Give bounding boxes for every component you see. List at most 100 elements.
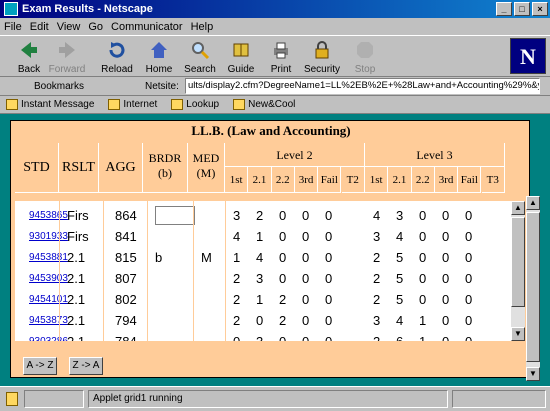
page-scroll-thumb[interactable]	[526, 212, 540, 362]
table-row[interactable]: 93032862.17840300026100	[15, 331, 511, 341]
level3-count-cell: 0	[465, 313, 473, 328]
search-icon	[192, 42, 210, 60]
menu-view[interactable]: View	[57, 21, 81, 33]
search-button[interactable]: Search	[181, 38, 219, 76]
scroll-down-button[interactable]: ▼	[511, 327, 525, 341]
home-button[interactable]: Home	[140, 38, 178, 76]
back-button[interactable]: Back	[10, 38, 48, 76]
student-id-link[interactable]: 9454101	[27, 289, 71, 310]
merit-cell	[201, 289, 225, 310]
menu-edit[interactable]: Edit	[30, 21, 49, 33]
scroll-thumb[interactable]	[511, 217, 525, 307]
table-row[interactable]: 9301933 Firs 841 4 1 0 0 0 3 4 0 0 0	[15, 226, 511, 247]
close-button[interactable]: ×	[532, 2, 548, 16]
print-button[interactable]: Print	[262, 38, 300, 76]
level3-count-cell: 0	[465, 250, 473, 265]
level2-count-cell: 1	[233, 250, 241, 265]
url-field[interactable]: ults/display2.cfm?DegreeName1=LL%2EB%2E+…	[185, 78, 540, 94]
home-icon	[151, 42, 167, 58]
merit-cell	[201, 310, 225, 331]
bookmark-icon	[6, 99, 18, 110]
guide-icon	[233, 43, 249, 57]
personal-toolbar: Instant Message Internet Lookup New&Cool	[0, 96, 550, 114]
table-row[interactable]: 9453873 2.1 794 2 0 2 0 0 3 4 1 0 0	[15, 310, 511, 331]
level3-col-header: 1st	[365, 167, 389, 193]
result-cell: Firs	[67, 208, 89, 223]
page-content: LL.B. (Law and Accounting) STD ID RSLT A…	[0, 114, 550, 386]
level2-count-cell: 2	[256, 208, 264, 223]
borderline-cell	[155, 268, 195, 289]
borderline-cell	[155, 289, 195, 310]
page-scrollbar[interactable]: ▲ ▼	[526, 196, 540, 381]
merit-cell	[201, 226, 225, 247]
level2-count-cell: 0	[279, 250, 287, 265]
aggregate-cell: 815	[115, 250, 137, 265]
student-id-link[interactable]: 9453873	[27, 310, 71, 331]
reload-button[interactable]: Reload	[98, 38, 136, 76]
header-agg: AGG	[99, 143, 143, 193]
table-row[interactable]: 9454101 2.1 802 2 1 2 0 0 2 5 0 0 0	[15, 289, 511, 310]
stop-button[interactable]: Stop	[346, 38, 384, 76]
scroll-up-button[interactable]: ▲	[511, 201, 525, 215]
level2-count-cell: 0	[325, 292, 333, 307]
student-id-link[interactable]: 9303286	[27, 331, 71, 341]
page-scroll-up-button[interactable]: ▲	[526, 196, 540, 210]
menu-communicator[interactable]: Communicator	[111, 21, 183, 33]
lookup-link[interactable]: Lookup	[171, 99, 219, 110]
level3-count-cell: 0	[442, 313, 450, 328]
level3-count-cell: 3	[373, 313, 381, 328]
results-grid[interactable]: 9453865 Firs 864 3 2 0 0 0 4 3 0 0 0 9301933 Firs 841 4 1…	[15, 201, 511, 341]
level3-count-cell: 1	[419, 313, 427, 328]
instant-message-link[interactable]: Instant Message	[6, 99, 94, 110]
maximize-button[interactable]: □	[514, 2, 530, 16]
table-row[interactable]: 9453903 2.1 807 2 3 0 0 0 2 5 0 0 0	[15, 268, 511, 289]
level3-count-cell: 0	[419, 271, 427, 286]
level2-col-header: Fail	[318, 167, 342, 193]
menu-help[interactable]: Help	[191, 21, 214, 33]
level3-count-cell: 3	[373, 229, 381, 244]
forward-arrow-icon	[59, 42, 75, 58]
bookmarks-button[interactable]: Bookmarks	[34, 81, 84, 92]
back-arrow-icon	[21, 42, 37, 58]
forward-button[interactable]: Forward	[48, 38, 86, 76]
borderline-edit-field[interactable]	[155, 206, 195, 225]
aggregate-cell: 802	[115, 292, 137, 307]
table-row[interactable]: 9453881 2.1 815 b M 1 4 0 0 0 2 5 0 0 0	[15, 247, 511, 268]
level2-count-cell: 0	[302, 313, 310, 328]
table-row[interactable]: 9453865 Firs 864 3 2 0 0 0 4 3 0 0 0	[15, 205, 511, 226]
student-id-link[interactable]: 9453865	[27, 205, 71, 226]
sort-ascending-button[interactable]: A -> Z	[23, 357, 57, 375]
student-id-link[interactable]: 9301933	[27, 226, 71, 247]
bookmark-icon	[108, 99, 121, 110]
student-id-link[interactable]: 9453903	[27, 268, 71, 289]
bookmark-icon	[233, 99, 246, 110]
menu-file[interactable]: File	[4, 21, 22, 33]
internet-link[interactable]: Internet	[108, 99, 157, 110]
navigation-toolbar: Back Forward Reload Home Search Guide Pr…	[0, 35, 550, 77]
vertical-scrollbar[interactable]: ▲ ▼	[511, 201, 525, 341]
netscape-logo[interactable]: N	[510, 38, 546, 74]
level2-count-cell: 0	[279, 271, 287, 286]
guide-button[interactable]: Guide	[222, 38, 260, 76]
minimize-button[interactable]: _	[496, 2, 512, 16]
menu-go[interactable]: Go	[88, 21, 103, 33]
security-lock-icon[interactable]	[6, 392, 18, 406]
new-cool-link[interactable]: New&Cool	[233, 99, 295, 110]
level3-count-cell: 6	[392, 331, 412, 341]
sort-descending-button[interactable]: Z -> A	[69, 357, 103, 375]
level3-count-cell: 0	[442, 250, 450, 265]
student-id-link[interactable]: 9453881	[27, 247, 71, 268]
result-cell: 2.1	[67, 250, 86, 265]
level3-count-cell: 2	[369, 331, 389, 341]
window-title-bar[interactable]: Exam Results - Netscape _ □ ×	[0, 0, 550, 18]
level3-count-cell: 5	[396, 250, 404, 265]
level3-count-cell: 0	[419, 250, 427, 265]
column-divider	[225, 201, 226, 341]
result-cell: 2.1	[67, 292, 86, 307]
borderline-cell	[155, 331, 195, 341]
level2-col-header: 1st	[225, 167, 249, 193]
level3-col-header: T3	[481, 167, 505, 193]
page-scroll-down-button[interactable]: ▼	[526, 367, 540, 381]
level2-count-cell: 3	[233, 208, 241, 223]
security-button[interactable]: Security	[303, 38, 341, 76]
